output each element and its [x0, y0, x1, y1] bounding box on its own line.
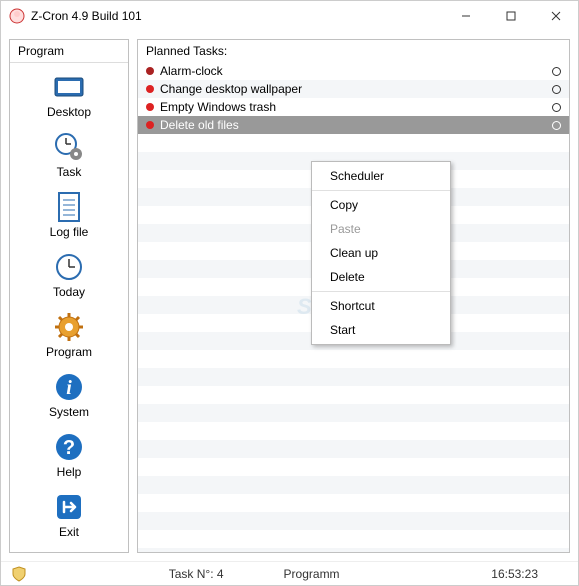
sidebar-header: Program: [10, 40, 128, 63]
status-bullet-icon: [146, 85, 154, 93]
sidebar-item-program[interactable]: Program: [10, 307, 128, 367]
menu-item-copy[interactable]: Copy: [312, 193, 450, 217]
sidebar: Program Desktop Task: [9, 39, 129, 553]
exit-icon: [53, 491, 85, 523]
sidebar-item-exit[interactable]: Exit: [10, 487, 128, 547]
task-row[interactable]: Alarm-clock: [138, 62, 569, 80]
app-window: Z-Cron 4.9 Build 101 Program Desktop: [0, 0, 579, 586]
sidebar-item-label: Log file: [10, 225, 128, 239]
sidebar-item-desktop[interactable]: Desktop: [10, 67, 128, 127]
task-row[interactable]: Delete old files: [138, 116, 569, 134]
ring-icon: [552, 85, 561, 94]
sidebar-item-label: Program: [10, 345, 128, 359]
task-label: Alarm-clock: [160, 64, 552, 78]
clock-gear-icon: [53, 131, 85, 163]
sidebar-item-label: System: [10, 405, 128, 419]
info-icon: i: [53, 371, 85, 403]
task-row[interactable]: Change desktop wallpaper: [138, 80, 569, 98]
sidebar-item-today[interactable]: Today: [10, 247, 128, 307]
menu-item-clean-up[interactable]: Clean up: [312, 241, 450, 265]
maximize-button[interactable]: [488, 1, 533, 31]
menu-item-delete[interactable]: Delete: [312, 265, 450, 289]
status-task-count: Task N°: 4: [169, 567, 224, 581]
menu-item-shortcut[interactable]: Shortcut: [312, 294, 450, 318]
desktop-icon: [53, 71, 85, 103]
clock-icon: [53, 251, 85, 283]
task-row[interactable]: Empty Windows trash: [138, 98, 569, 116]
statusbar: Task N°: 4 Programm 16:53:23: [1, 561, 578, 585]
client-area: Program Desktop Task: [1, 31, 578, 561]
sidebar-item-label: Desktop: [10, 105, 128, 119]
ring-icon: [552, 67, 561, 76]
sidebar-item-task[interactable]: Task: [10, 127, 128, 187]
sidebar-items: Desktop Task Log file: [10, 63, 128, 547]
task-label: Empty Windows trash: [160, 100, 552, 114]
menu-separator: [312, 291, 450, 292]
sidebar-item-label: Exit: [10, 525, 128, 539]
svg-text:i: i: [66, 377, 72, 399]
menu-item-start[interactable]: Start: [312, 318, 450, 342]
sidebar-item-label: Task: [10, 165, 128, 179]
titlebar: Z-Cron 4.9 Build 101: [1, 1, 578, 31]
svg-text:?: ?: [63, 437, 75, 459]
menu-item-scheduler[interactable]: Scheduler: [312, 164, 450, 188]
shield-icon: [11, 566, 27, 582]
close-button[interactable]: [533, 1, 578, 31]
tasks-header: Planned Tasks:: [138, 40, 569, 62]
gear-icon: [53, 311, 85, 343]
logfile-icon: [53, 191, 85, 223]
sidebar-item-help[interactable]: ? Help: [10, 427, 128, 487]
menu-separator: [312, 190, 450, 191]
ring-icon: [552, 103, 561, 112]
status-time: 16:53:23: [491, 567, 538, 581]
status-bullet-icon: [146, 103, 154, 111]
app-icon: [9, 8, 25, 24]
help-icon: ?: [53, 431, 85, 463]
task-label: Change desktop wallpaper: [160, 82, 552, 96]
context-menu: Scheduler CopyPasteClean upDelete Shortcut…: [311, 161, 451, 345]
status-program: Programm: [284, 567, 340, 581]
window-buttons: [443, 1, 578, 31]
menu-item-paste: Paste: [312, 217, 450, 241]
sidebar-item-label: Help: [10, 465, 128, 479]
sidebar-item-label: Today: [10, 285, 128, 299]
ring-icon: [552, 121, 561, 130]
sidebar-item-logfile[interactable]: Log file: [10, 187, 128, 247]
task-label: Delete old files: [160, 118, 552, 132]
sidebar-item-system[interactable]: i System: [10, 367, 128, 427]
status-bullet-icon: [146, 121, 154, 129]
status-bullet-icon: [146, 67, 154, 75]
minimize-button[interactable]: [443, 1, 488, 31]
window-title: Z-Cron 4.9 Build 101: [31, 9, 443, 23]
